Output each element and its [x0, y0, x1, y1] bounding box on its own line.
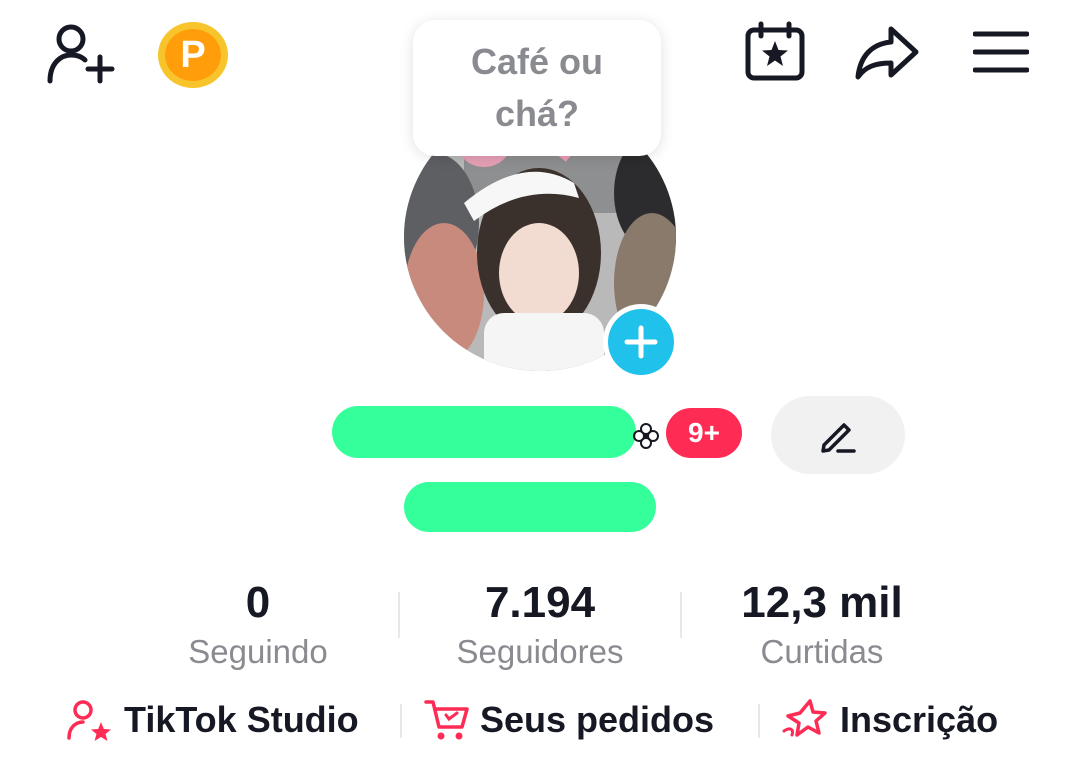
tiktok-studio-link[interactable]: TikTok Studio — [66, 694, 359, 746]
coin-letter: P — [180, 33, 206, 76]
stat-following[interactable]: 0 Seguindo — [156, 578, 360, 674]
coin-button[interactable]: P — [158, 22, 228, 88]
stat-likes-label: Curtidas — [760, 633, 884, 670]
flower-icon — [632, 422, 660, 450]
subscription-label: Inscrição — [840, 699, 999, 740]
edit-profile-button[interactable] — [771, 396, 905, 474]
username-redaction — [332, 406, 636, 458]
calendar-button[interactable] — [742, 20, 808, 84]
cart-icon — [424, 698, 470, 742]
add-photo-circle — [608, 309, 674, 375]
stat-followers-value: 7.194 — [484, 578, 596, 627]
notifications-badge[interactable]: 9+ — [666, 408, 742, 458]
stat-following-value: 0 — [245, 578, 271, 627]
plus-icon — [624, 325, 658, 359]
subscription-link[interactable]: Inscrição — [780, 694, 998, 746]
pencil-icon — [821, 423, 856, 453]
share-button[interactable] — [852, 22, 922, 82]
add-friend-button[interactable] — [44, 20, 116, 86]
link-divider — [758, 704, 760, 738]
stat-followers[interactable]: 7.194 Seguidores — [420, 578, 660, 674]
note-bubble-text: Café ou chá? — [470, 41, 603, 134]
orders-label: Seus pedidos — [480, 699, 715, 740]
stat-likes-value: 12,3 mil — [741, 578, 903, 627]
handle-redaction — [404, 482, 656, 532]
coin-icon: P — [165, 29, 221, 81]
stat-divider — [680, 592, 682, 638]
note-bubble[interactable]: Café ou chá? — [413, 20, 661, 156]
add-photo-button[interactable] — [603, 304, 679, 380]
stat-followers-label: Seguidores — [456, 633, 624, 670]
stat-following-label: Seguindo — [188, 633, 328, 670]
add-user-icon — [47, 24, 115, 84]
stat-divider — [398, 592, 400, 638]
orders-link[interactable]: Seus pedidos — [424, 694, 714, 746]
link-divider — [400, 704, 402, 738]
menu-icon — [973, 31, 1029, 73]
stat-likes[interactable]: 12,3 mil Curtidas — [702, 578, 942, 674]
star-outline-icon — [780, 697, 830, 743]
notifications-count: 9+ — [688, 417, 720, 448]
share-icon — [855, 26, 919, 80]
menu-button[interactable] — [970, 28, 1032, 76]
tiktok-studio-label: TikTok Studio — [124, 699, 359, 740]
user-star-icon — [66, 698, 114, 742]
calendar-star-icon — [745, 21, 805, 81]
